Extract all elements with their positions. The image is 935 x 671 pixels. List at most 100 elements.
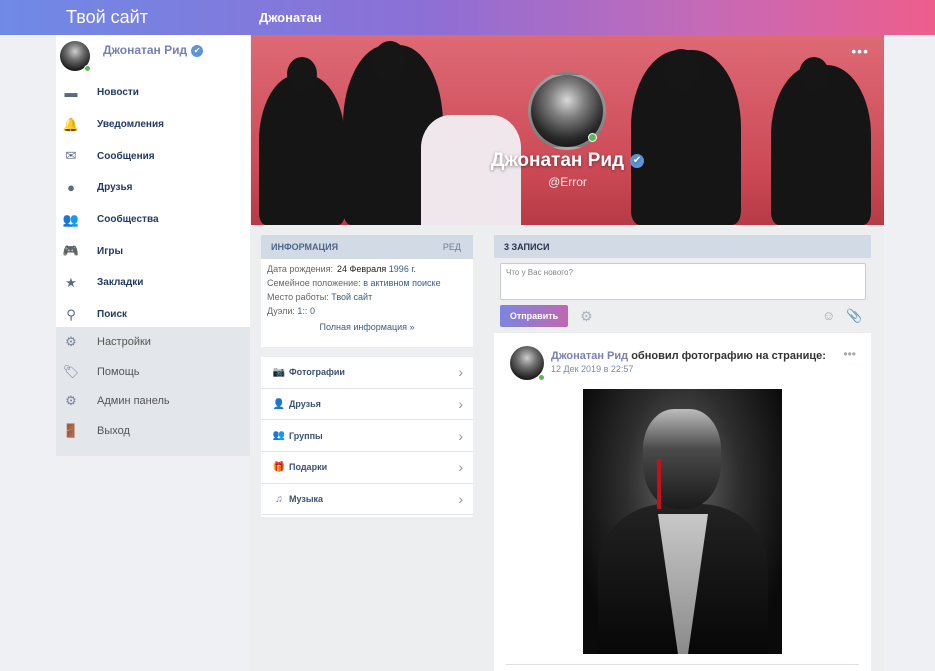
- sidebar-item-label: Настройки: [97, 335, 151, 348]
- info-value: 24 Февраля: [337, 264, 387, 274]
- link-photos[interactable]: 📷 Фотографии ›: [261, 357, 473, 389]
- post-photo[interactable]: [583, 389, 782, 654]
- sidebar-item-label: Сообщения: [97, 150, 155, 162]
- cover-figure: [799, 57, 829, 91]
- news-icon: ▬: [64, 85, 78, 101]
- chevron-right-icon: ›: [458, 459, 463, 476]
- link-label: Друзья: [289, 399, 321, 410]
- info-card: ИНФОРМАЦИЯ РЕД Дата рождения: 24 Февраля …: [261, 235, 473, 347]
- sidebar-item-label: Друзья: [97, 182, 133, 194]
- groups-icon: 👥: [272, 430, 286, 442]
- cover-figure: [373, 41, 407, 81]
- info-row-relationship: Семейное положение: в активном поиске: [261, 276, 473, 290]
- sidebar-secondary: ⚙ Настройки 🏷 Помощь ⚙ Админ панель 🚪 Выход: [56, 327, 250, 456]
- top-bar: Твой сайт Джонатан: [0, 0, 935, 35]
- tag-icon: 🏷: [62, 363, 80, 379]
- cover-figure: [287, 57, 317, 91]
- sidebar-item-communities[interactable]: 👥 Сообщества: [56, 204, 250, 236]
- cover-menu-button[interactable]: •••: [851, 43, 869, 59]
- info-title: ИНФОРМАЦИЯ: [271, 242, 339, 252]
- gear-icon[interactable]: ⚙: [580, 308, 593, 325]
- sidebar-item-friends[interactable]: ● Друзья: [56, 172, 250, 204]
- camera-icon: 📷: [272, 366, 286, 378]
- wall-post: Джонатан Рид обновил фотографию на стран…: [494, 333, 871, 671]
- cover-figure: [663, 49, 699, 91]
- sidebar: Джонатан Рид ✔ ▬ Новости 🔔 Уведомления ✉ Соо…: [56, 35, 250, 456]
- sidebar-item-label: Уведомления: [97, 119, 164, 131]
- info-row-birthdate: Дата рождения: 24 Февраля 1996 г.: [261, 262, 473, 276]
- link-gifts[interactable]: 🎁 Подарки ›: [261, 452, 473, 484]
- duels-losses[interactable]: 0: [310, 306, 315, 316]
- online-indicator: [588, 133, 597, 142]
- attach-icon[interactable]: 📎: [846, 308, 862, 324]
- cover-image: ••• Джонатан Рид ✔ @Error: [251, 35, 884, 225]
- wall-composer: 3 ЗАПИСИ Что у Вас нового? Отправить ⚙ ☺…: [494, 235, 871, 332]
- sidebar-item-messages[interactable]: ✉ Сообщения: [56, 140, 250, 172]
- info-row-duels: Дуэли: 1:: 0: [261, 304, 473, 318]
- sidebar-item-label: Закладки: [97, 277, 144, 289]
- bell-icon: 🔔: [62, 116, 80, 132]
- sidebar-item-help[interactable]: 🏷 Помощь: [56, 357, 250, 387]
- info-label: Семейное положение:: [267, 278, 361, 288]
- online-indicator: [538, 374, 545, 381]
- sidebar-nav: ▬ Новости 🔔 Уведомления ✉ Сообщения ● Друзья…: [56, 77, 250, 331]
- emoji-icon[interactable]: ☺: [822, 308, 835, 323]
- info-label: Дата рождения:: [267, 264, 333, 274]
- post-title: Джонатан Рид обновил фотографию на стран…: [551, 350, 826, 362]
- gift-icon: 🎁: [272, 461, 286, 473]
- post-author-link[interactable]: Джонатан Рид: [551, 350, 628, 362]
- duels-separator: ::: [302, 306, 308, 316]
- envelope-icon: ✉: [65, 148, 77, 164]
- birth-year-link[interactable]: 1996 г.: [389, 264, 416, 274]
- sidebar-item-logout[interactable]: 🚪 Выход: [56, 416, 250, 446]
- info-label: Место работы:: [267, 292, 329, 302]
- post-date[interactable]: 12 Дек 2019 в 22:57: [551, 364, 633, 374]
- sidebar-item-settings[interactable]: ⚙ Настройки: [56, 327, 250, 357]
- relationship-link[interactable]: в активном поиске: [363, 278, 440, 288]
- cogs-icon: ⚙: [65, 393, 77, 409]
- search-icon: ⚲: [66, 306, 76, 322]
- site-title[interactable]: Твой сайт: [66, 7, 148, 28]
- door-icon: 🚪: [62, 422, 80, 438]
- link-groups[interactable]: 👥 Группы ›: [261, 420, 473, 453]
- sidebar-item-label: Поиск: [97, 309, 128, 321]
- photo-figure: [657, 459, 661, 509]
- wall-header: 3 ЗАПИСИ: [494, 235, 871, 258]
- sidebar-item-bookmarks[interactable]: ★ Закладки: [56, 267, 250, 299]
- page-name: Джонатан: [259, 10, 322, 25]
- link-label: Музыка: [289, 494, 324, 505]
- full-info-link[interactable]: Полная информация »: [261, 322, 473, 332]
- sidebar-item-label: Сообщества: [97, 214, 159, 226]
- sidebar-item-notifications[interactable]: 🔔 Уведомления: [56, 109, 250, 141]
- sidebar-item-admin[interactable]: ⚙ Админ панель: [56, 386, 250, 416]
- info-edit-link[interactable]: РЕД: [443, 242, 461, 252]
- star-icon: ★: [65, 274, 77, 290]
- link-music[interactable]: ♫ Музыка ›: [261, 484, 473, 516]
- sidebar-item-label: Админ панель: [97, 395, 170, 408]
- sidebar-item-games[interactable]: 🎮 Игры: [56, 235, 250, 267]
- online-indicator: [84, 65, 91, 72]
- link-label: Подарки: [289, 462, 328, 473]
- sidebar-item-search[interactable]: ⚲ Поиск: [56, 299, 250, 331]
- link-label: Группы: [289, 430, 323, 441]
- sidebar-item-news[interactable]: ▬ Новости: [56, 77, 250, 109]
- verified-icon: ✔: [191, 44, 204, 57]
- gamepad-icon: 🎮: [62, 243, 80, 259]
- photo-figure: [643, 409, 721, 509]
- chevron-right-icon: ›: [458, 364, 463, 381]
- main-content: ••• Джонатан Рид ✔ @Error ИНФОРМАЦИЯ РЕД …: [251, 35, 884, 671]
- gear-icon: ⚙: [65, 333, 77, 349]
- sidebar-item-label: Игры: [97, 245, 124, 257]
- sidebar-profile[interactable]: Джонатан Рид ✔: [56, 35, 250, 77]
- sidebar-profile-name[interactable]: Джонатан Рид: [103, 43, 187, 57]
- send-button[interactable]: Отправить: [500, 305, 568, 327]
- music-icon: ♫: [275, 493, 283, 505]
- verified-icon: ✔: [630, 153, 645, 168]
- work-link[interactable]: Твой сайт: [331, 292, 372, 302]
- profile-handle: @Error: [548, 175, 587, 189]
- post-input[interactable]: Что у Вас нового?: [500, 263, 866, 300]
- profile-name-text: Джонатан Рид: [490, 150, 625, 171]
- link-friends[interactable]: 👤 Друзья ›: [261, 389, 473, 421]
- chevron-right-icon: ›: [458, 396, 463, 413]
- post-menu-button[interactable]: •••: [843, 347, 856, 361]
